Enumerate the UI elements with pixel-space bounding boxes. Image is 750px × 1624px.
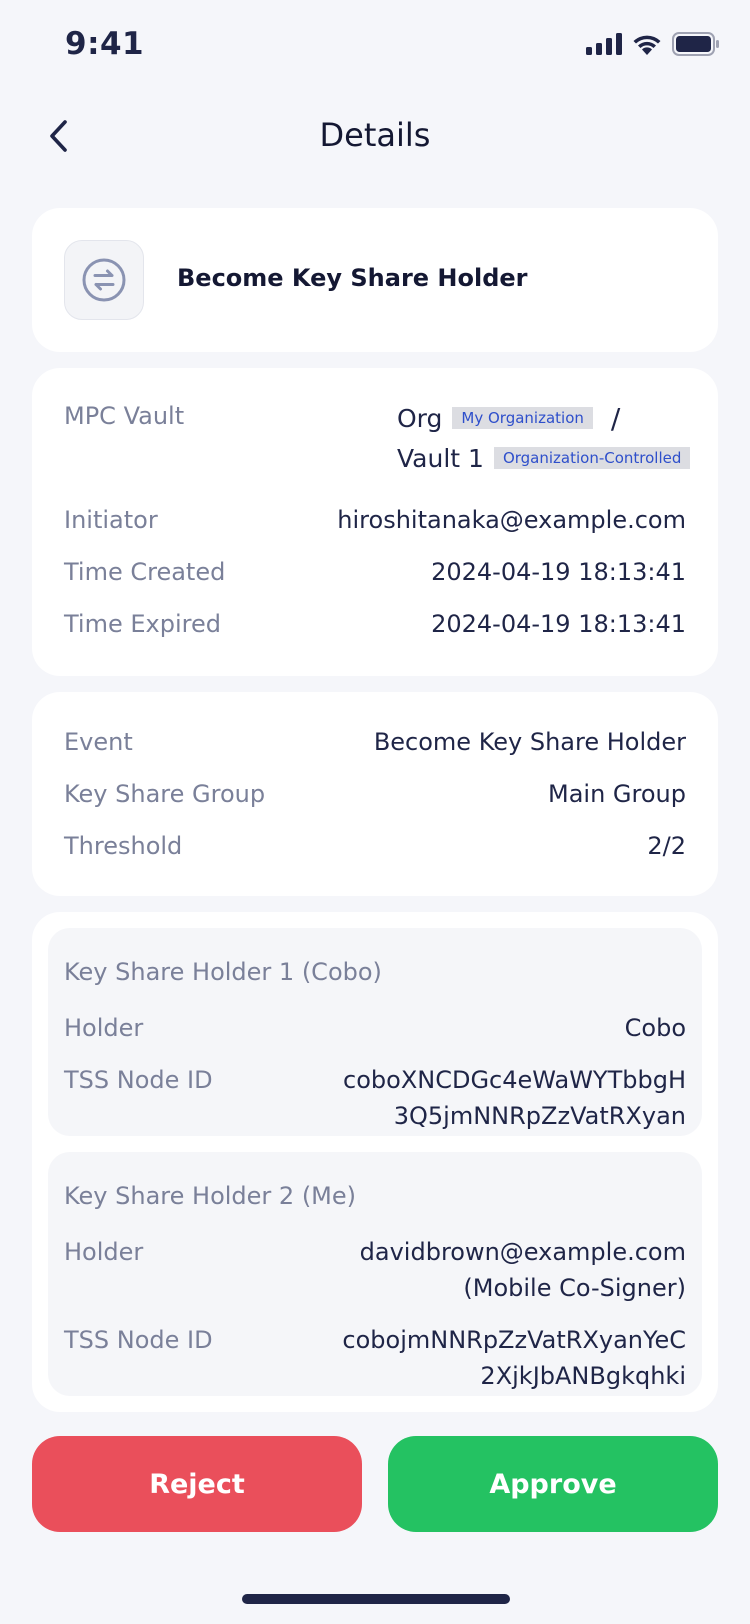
reject-button[interactable]: Reject <box>32 1436 362 1532</box>
holder-title: Key Share Holder 2 (Me) <box>64 1182 357 1210</box>
nav-bar: Details <box>0 100 750 172</box>
swap-arrows-icon <box>82 258 126 302</box>
holder-label: Holder <box>64 1238 144 1266</box>
vault-value: Org My Organization / Vault 1 Organizati… <box>397 398 697 478</box>
home-indicator <box>242 1594 510 1604</box>
tss-node-line-1: cobojmNNRpZzVatRXyanYeC <box>342 1326 686 1354</box>
tss-node-line-2: 3Q5jmNNRpZzVatRXyan <box>393 1102 686 1130</box>
org-tag: My Organization <box>452 407 593 429</box>
approve-button[interactable]: Approve <box>388 1436 718 1532</box>
tss-node-value: cobojmNNRpZzVatRXyanYeC 2XjkJbANBgkqhki <box>342 1322 686 1394</box>
threshold-row: Threshold 2/2 <box>64 828 686 864</box>
battery-icon <box>672 32 719 56</box>
tss-node-label: TSS Node ID <box>64 1066 213 1094</box>
holder-line-2: (Mobile Co-Signer) <box>463 1274 686 1302</box>
time-expired-label: Time Expired <box>64 610 221 638</box>
time-created-label: Time Created <box>64 558 226 586</box>
key-share-group-label: Key Share Group <box>64 780 266 808</box>
event-row: Event Become Key Share Holder <box>64 724 686 760</box>
event-value: Become Key Share Holder <box>373 728 686 756</box>
tss-node-label: TSS Node ID <box>64 1326 213 1354</box>
key-share-holder-1: Key Share Holder 1 (Cobo) Holder Cobo TS… <box>48 928 702 1136</box>
threshold-value: 2/2 <box>647 832 686 860</box>
vault-tag: Organization-Controlled <box>493 447 691 469</box>
key-share-group-value: Main Group <box>548 780 686 808</box>
path-separator: / <box>610 401 621 435</box>
status-icons <box>586 32 720 56</box>
status-time: 9:41 <box>65 26 145 62</box>
time-created-value: 2024-04-19 18:13:41 <box>431 558 686 586</box>
event-label: Event <box>64 728 133 756</box>
tss-node-line-1: coboXNCDGc4eWaWYTbbgH <box>343 1066 686 1094</box>
event-icon-box <box>64 240 144 320</box>
tss-node-row: TSS Node ID coboXNCDGc4eWaWYTbbgH 3Q5jmN… <box>64 1062 686 1134</box>
vault-label: MPC Vault <box>64 402 185 430</box>
time-expired-value: 2024-04-19 18:13:41 <box>431 610 686 638</box>
event-card: Become Key Share Holder <box>32 208 718 352</box>
holder-value: davidbrown@example.com (Mobile Co-Signer… <box>360 1234 686 1306</box>
initiator-row: Initiator hiroshitanaka@example.com <box>64 502 686 538</box>
threshold-label: Threshold <box>64 832 183 860</box>
tss-node-row: TSS Node ID cobojmNNRpZzVatRXyanYeC 2Xjk… <box>64 1322 686 1394</box>
vault-line: Vault 1 Organization-Controlled <box>397 438 697 478</box>
tss-node-value: coboXNCDGc4eWaWYTbbgH 3Q5jmNNRpZzVatRXya… <box>343 1062 686 1134</box>
holder-row: Holder davidbrown@example.com (Mobile Co… <box>64 1234 686 1306</box>
key-share-holder-2: Key Share Holder 2 (Me) Holder davidbrow… <box>48 1152 702 1396</box>
initiator-label: Initiator <box>64 506 158 534</box>
status-bar: 9:41 <box>0 0 750 90</box>
event-info-card: Event Become Key Share Holder Key Share … <box>32 692 718 896</box>
page-title: Details <box>319 116 431 154</box>
key-share-group-row: Key Share Group Main Group <box>64 776 686 812</box>
tss-node-line-2: 2XjkJbANBgkqhki <box>480 1362 686 1390</box>
wifi-icon <box>633 35 661 55</box>
org-line: Org My Organization / <box>397 398 697 438</box>
event-title: Become Key Share Holder <box>177 264 528 292</box>
holder-row: Holder Cobo <box>64 1010 686 1046</box>
holder-title: Key Share Holder 1 (Cobo) <box>64 958 382 986</box>
time-expired-row: Time Expired 2024-04-19 18:13:41 <box>64 606 686 642</box>
holder-line-1: davidbrown@example.com <box>359 1238 686 1266</box>
initiator-value: hiroshitanaka@example.com <box>337 506 686 534</box>
org-name: Org <box>397 403 443 433</box>
holder-value: Cobo <box>624 1014 686 1042</box>
cellular-signal-icon <box>586 33 622 55</box>
holder-label: Holder <box>64 1014 144 1042</box>
time-created-row: Time Created 2024-04-19 18:13:41 <box>64 554 686 590</box>
key-share-holders-card: Key Share Holder 1 (Cobo) Holder Cobo TS… <box>32 912 718 1412</box>
vault-card: MPC Vault Org My Organization / Vault 1 … <box>32 368 718 676</box>
vault-name: Vault 1 <box>397 443 484 473</box>
